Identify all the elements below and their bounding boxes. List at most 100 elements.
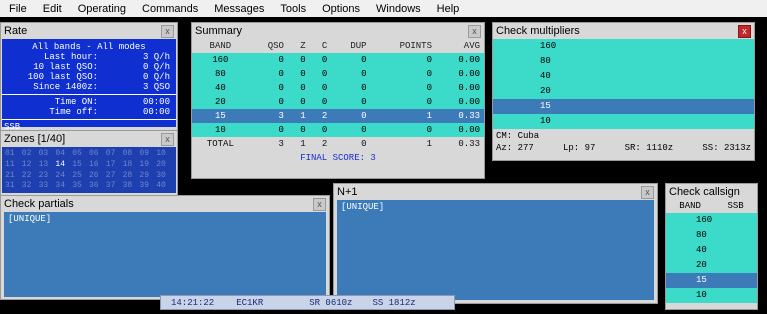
column-header: QSO <box>267 41 284 51</box>
multipliers-band-list: 160 80 40 20 15 10 <box>493 39 754 129</box>
table-row[interactable]: 40 0 0 0 0 0 0.00 <box>192 81 484 95</box>
summary-table: BAND QSO Z C DUP POINTS AVG 160 0 0 0 0 0 0.00… <box>192 39 484 151</box>
cm-label: CM: Cuba <box>496 131 540 141</box>
rate-titlebar[interactable]: Rate x <box>1 23 177 39</box>
partials-list[interactable]: [UNIQUE] <box>4 212 326 297</box>
list-item[interactable]: 80 <box>493 54 754 69</box>
zone-cell[interactable]: 13 <box>39 160 56 170</box>
list-item[interactable]: 20 <box>493 84 754 99</box>
list-item[interactable]: 160 <box>493 39 754 54</box>
zone-cell[interactable]: 40 <box>156 181 173 191</box>
list-item[interactable]: 80 <box>666 228 757 243</box>
menu-help[interactable]: Help <box>429 3 468 15</box>
n1-titlebar[interactable]: N+1 x <box>334 184 657 200</box>
zone-cell[interactable]: 04 <box>55 149 72 159</box>
zone-cell[interactable]: 17 <box>106 160 123 170</box>
zone-cell[interactable]: 36 <box>89 181 106 191</box>
zones-close-button[interactable]: x <box>161 132 174 146</box>
zone-cell[interactable]: 08 <box>123 149 140 159</box>
time-on-label: Time ON: <box>54 97 98 107</box>
zone-cell[interactable]: 29 <box>139 171 156 181</box>
table-row[interactable]: 80 0 0 0 0 0 0.00 <box>192 67 484 81</box>
zone-cell[interactable]: 15 <box>72 160 89 170</box>
rate-value: 0 Q/h <box>142 62 170 72</box>
zone-cell[interactable]: 32 <box>22 181 39 191</box>
zone-cell[interactable]: 02 <box>22 149 39 159</box>
azimuth: Az: 277 <box>496 143 534 153</box>
zone-cell[interactable]: 23 <box>39 171 56 181</box>
zone-cell[interactable]: 11 <box>5 160 22 170</box>
zone-cell[interactable]: 14 <box>55 160 72 170</box>
zone-cell[interactable]: 30 <box>156 171 173 181</box>
zone-cell[interactable]: 07 <box>106 149 123 159</box>
zone-cell[interactable]: 35 <box>72 181 89 191</box>
summary-close-button[interactable]: x <box>468 24 481 38</box>
list-item[interactable]: 15 <box>666 273 757 288</box>
zone-cell[interactable]: 25 <box>72 171 89 181</box>
final-score: FINAL SCORE: 3 <box>300 153 376 163</box>
zone-cell[interactable]: 39 <box>139 181 156 191</box>
zone-cell[interactable]: 34 <box>55 181 72 191</box>
partials-close-button[interactable]: x <box>313 197 326 211</box>
menu-edit[interactable]: Edit <box>35 3 70 15</box>
multipliers-titlebar[interactable]: Check multipliers x <box>493 23 754 39</box>
zone-cell[interactable]: 03 <box>39 149 56 159</box>
list-item[interactable]: 15 <box>493 99 754 114</box>
zone-cell[interactable]: 16 <box>89 160 106 170</box>
zones-titlebar[interactable]: Zones [1/40] x <box>1 131 177 147</box>
zone-cell[interactable]: 22 <box>22 171 39 181</box>
list-item[interactable]: 160 <box>666 213 757 228</box>
table-row[interactable]: 160 0 0 0 0 0 0.00 <box>192 53 484 67</box>
zone-cell[interactable]: 27 <box>106 171 123 181</box>
list-item[interactable]: 20 <box>666 258 757 273</box>
zone-cell[interactable]: 21 <box>5 171 22 181</box>
table-row[interactable]: 15 3 1 2 0 1 0.33 <box>192 109 484 123</box>
zone-cell[interactable]: 28 <box>123 171 140 181</box>
list-item[interactable]: 10 <box>493 114 754 129</box>
time-on-value: 00:00 <box>142 97 170 107</box>
summary-titlebar[interactable]: Summary x <box>192 23 484 39</box>
callsign-title: Check callsign <box>669 186 740 198</box>
menu-tools[interactable]: Tools <box>272 3 314 15</box>
multipliers-close-button[interactable]: x <box>738 24 751 38</box>
zone-cell[interactable]: 05 <box>72 149 89 159</box>
table-cell: 0 <box>361 55 367 65</box>
list-item[interactable]: 40 <box>666 243 757 258</box>
rate-label: Since 1400z: <box>33 82 98 92</box>
menu-operating[interactable]: Operating <box>70 3 134 15</box>
menu-file[interactable]: File <box>0 3 35 15</box>
zone-cell[interactable]: 24 <box>55 171 72 181</box>
zone-cell[interactable]: 26 <box>89 171 106 181</box>
zone-cell[interactable]: 01 <box>5 149 22 159</box>
callsign-header: BAND SSB <box>666 200 757 213</box>
zone-cell[interactable]: 06 <box>89 149 106 159</box>
zone-cell[interactable]: 12 <box>22 160 39 170</box>
zone-cell[interactable]: 09 <box>139 149 156 159</box>
rate-value: 3 Q/h <box>142 52 170 62</box>
table-row[interactable]: 10 0 0 0 0 0 0.00 <box>192 123 484 137</box>
zone-cell[interactable]: 31 <box>5 181 22 191</box>
multipliers-title: Check multipliers <box>496 25 580 37</box>
zone-cell[interactable]: 33 <box>39 181 56 191</box>
menu-messages[interactable]: Messages <box>206 3 272 15</box>
zone-cell[interactable]: 38 <box>123 181 140 191</box>
zone-cell[interactable]: 37 <box>106 181 123 191</box>
column-header: BAND <box>209 41 232 51</box>
callsign-titlebar[interactable]: Check callsign <box>666 184 757 200</box>
menu-options[interactable]: Options <box>314 3 368 15</box>
menu-commands[interactable]: Commands <box>134 3 206 15</box>
table-row[interactable]: 20 0 0 0 0 0 0.00 <box>192 95 484 109</box>
list-item[interactable]: 40 <box>493 69 754 84</box>
zone-cell[interactable]: 19 <box>139 160 156 170</box>
zone-cell[interactable]: 10 <box>156 149 173 159</box>
check-multipliers-window: Check multipliers x 160 80 40 20 15 10 CM: Cu… <box>492 22 755 161</box>
zone-cell[interactable]: 20 <box>156 160 173 170</box>
n1-close-button[interactable]: x <box>641 185 654 199</box>
rate-close-button[interactable]: x <box>161 24 174 38</box>
zone-cell[interactable]: 18 <box>123 160 140 170</box>
table-cell: 1 <box>426 111 432 121</box>
menu-windows[interactable]: Windows <box>368 3 429 15</box>
list-item[interactable]: 10 <box>666 288 757 303</box>
partials-titlebar[interactable]: Check partials x <box>1 196 329 212</box>
n1-list[interactable]: [UNIQUE] <box>337 200 654 300</box>
